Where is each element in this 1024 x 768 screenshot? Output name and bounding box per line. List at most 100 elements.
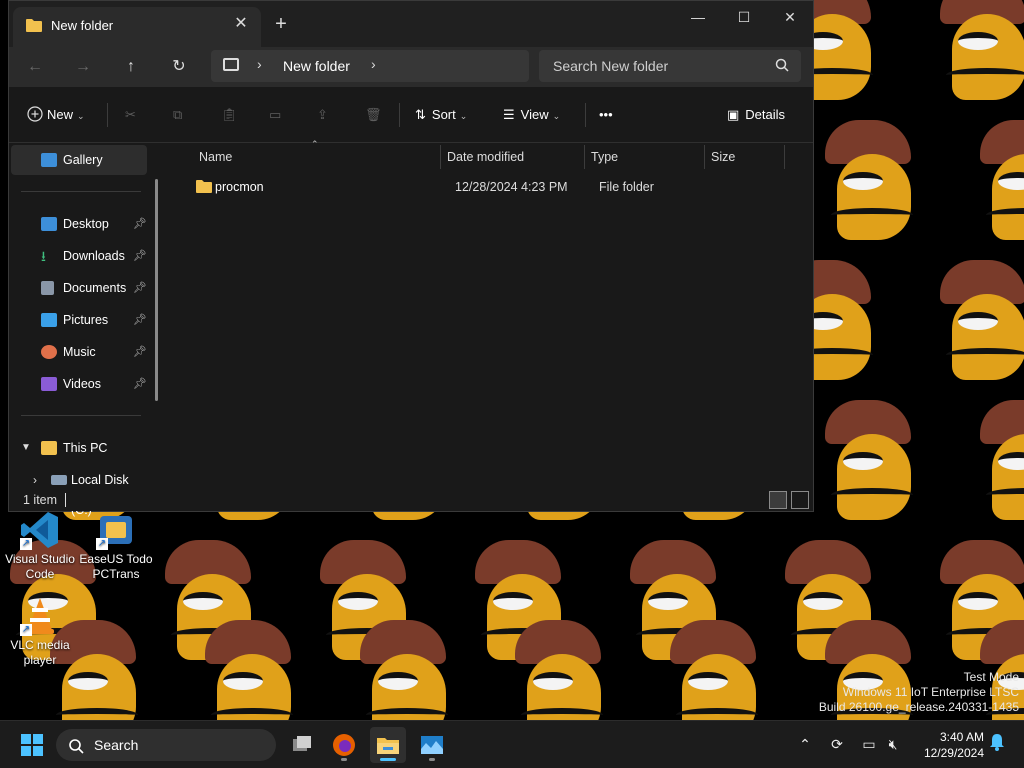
windows-logo-icon bbox=[21, 734, 43, 756]
sidebar-item-this-pc[interactable]: ▼ This PC bbox=[11, 433, 147, 463]
task-view-button[interactable] bbox=[284, 727, 320, 763]
search-box[interactable]: Search New folder bbox=[539, 50, 801, 82]
status-bar: 1 item bbox=[9, 489, 813, 511]
taskbar-search[interactable]: Search bbox=[56, 729, 276, 761]
tab-new-folder[interactable]: New folder ✕ bbox=[13, 7, 261, 47]
folder-icon bbox=[25, 18, 43, 36]
column-divider[interactable] bbox=[440, 145, 441, 169]
pin-icon: 📌︎ bbox=[133, 250, 147, 262]
wallpaper-pattern-tile bbox=[930, 260, 1024, 390]
sidebar-item-gallery[interactable]: Gallery bbox=[11, 145, 147, 175]
sort-label: Sort bbox=[431, 107, 456, 122]
view-button[interactable]: ☰ View ⌄ bbox=[503, 101, 560, 129]
up-button[interactable]: ↑ bbox=[117, 53, 145, 81]
taskbar-file-explorer[interactable] bbox=[370, 727, 406, 763]
address-bar[interactable]: › New folder › bbox=[211, 50, 529, 82]
column-divider[interactable] bbox=[584, 145, 585, 169]
sort-button[interactable]: ⇅ Sort ⌄ bbox=[415, 101, 467, 129]
file-list: ⌃ Name Date modified Type Size procmon 1… bbox=[165, 139, 813, 489]
delete-icon[interactable]: 🗑︎ bbox=[365, 101, 382, 129]
file-row[interactable]: procmon 12/28/2024 4:23 PM File folder bbox=[185, 175, 795, 199]
column-header-date[interactable]: Date modified bbox=[447, 143, 524, 171]
pin-icon: 📌︎ bbox=[133, 378, 147, 390]
add-tab-button[interactable]: + bbox=[271, 14, 291, 34]
sidebar-item-music[interactable]: Music 📌︎ bbox=[11, 337, 147, 367]
back-button[interactable]: ← bbox=[21, 53, 49, 81]
start-button[interactable] bbox=[14, 727, 50, 763]
paste-icon[interactable]: 📋︎ bbox=[221, 101, 238, 129]
show-hidden-icons-chevron-icon[interactable]: ⌃ bbox=[794, 733, 816, 755]
new-button[interactable]: New ⌄ bbox=[27, 101, 85, 129]
breadcrumb-new-folder[interactable]: New folder bbox=[283, 58, 350, 74]
sync-icon[interactable]: ⟳ bbox=[826, 733, 848, 755]
maximize-button[interactable]: ☐ bbox=[721, 1, 767, 33]
desktop-icon-vlc[interactable]: ↗ VLC media player bbox=[2, 596, 78, 668]
column-divider[interactable] bbox=[784, 145, 785, 169]
clock-time: 3:40 AM bbox=[939, 730, 984, 744]
cut-icon[interactable]: ✂ bbox=[125, 101, 136, 129]
close-tab-button[interactable]: ✕ bbox=[231, 14, 251, 34]
search-placeholder: Search New folder bbox=[553, 58, 669, 74]
search-icon bbox=[775, 58, 789, 75]
wallpaper-pattern-tile bbox=[970, 400, 1024, 530]
watermark-line: Test Mode bbox=[963, 670, 1019, 684]
chevron-down-icon: ⌄ bbox=[77, 111, 85, 121]
wallpaper-pattern-tile bbox=[815, 120, 925, 250]
desktop-folder-icon bbox=[41, 217, 57, 231]
file-name: procmon bbox=[215, 180, 264, 194]
notification-bell-icon[interactable] bbox=[986, 733, 1008, 755]
search-icon bbox=[68, 738, 84, 757]
column-divider[interactable] bbox=[704, 145, 705, 169]
sidebar-item-documents[interactable]: Documents 📌︎ bbox=[11, 273, 147, 303]
sidebar-item-downloads[interactable]: ⭳ Downloads 📌︎ bbox=[11, 241, 147, 271]
breadcrumb-chevron-icon[interactable]: › bbox=[371, 56, 376, 72]
column-header-size[interactable]: Size bbox=[711, 143, 735, 171]
running-indicator bbox=[341, 758, 347, 761]
display-icon[interactable]: ▭ bbox=[858, 733, 880, 755]
sort-ascending-icon: ⌃ bbox=[311, 139, 319, 149]
volume-muted-icon[interactable]: 🔇︎ bbox=[882, 733, 904, 755]
sidebar-item-label: Gallery bbox=[63, 153, 103, 167]
videos-icon bbox=[41, 377, 57, 391]
rename-icon[interactable]: ▭ bbox=[269, 101, 281, 129]
sidebar-scrollbar[interactable] bbox=[155, 179, 158, 401]
wallpaper-pattern-tile bbox=[350, 620, 460, 720]
share-icon[interactable]: ⇪ bbox=[317, 101, 328, 129]
sidebar-item-desktop[interactable]: Desktop 📌︎ bbox=[11, 209, 147, 239]
system-clock[interactable]: 3:40 AM 12/29/2024 bbox=[924, 729, 984, 761]
sidebar-item-pictures[interactable]: Pictures 📌︎ bbox=[11, 305, 147, 335]
this-pc-icon bbox=[223, 58, 239, 71]
sidebar-item-label: Music bbox=[63, 345, 96, 359]
tiles-view-button[interactable] bbox=[791, 491, 809, 509]
wallpaper-pattern-tile bbox=[970, 120, 1024, 250]
file-type: File folder bbox=[599, 180, 654, 194]
more-options-button[interactable]: ••• bbox=[599, 101, 613, 129]
minimize-button[interactable]: — bbox=[675, 1, 721, 33]
vlc-icon: ↗ bbox=[20, 596, 60, 636]
pin-icon: 📌︎ bbox=[133, 282, 147, 294]
taskbar-firefox[interactable] bbox=[326, 727, 362, 763]
taskbar-app[interactable] bbox=[414, 727, 450, 763]
chevron-down-icon[interactable]: ▼ bbox=[21, 433, 31, 463]
details-view-button[interactable] bbox=[769, 491, 787, 509]
sort-icon: ⇅ bbox=[415, 107, 426, 122]
forward-button[interactable]: → bbox=[69, 53, 97, 81]
copy-icon[interactable]: ⧉ bbox=[173, 101, 182, 129]
details-pane-icon: ▣ bbox=[727, 107, 740, 122]
breadcrumb-chevron-icon[interactable]: › bbox=[257, 56, 262, 72]
sidebar-item-videos[interactable]: Videos 📌︎ bbox=[11, 369, 147, 399]
command-bar: New ⌄ ✂ ⧉ 📋︎ ▭ ⇪ 🗑︎ ⇅ Sort ⌄ ☰ View ⌄ ••• ▣ De… bbox=[9, 87, 813, 143]
this-pc-icon bbox=[41, 441, 57, 455]
refresh-button[interactable]: ↻ bbox=[165, 53, 193, 81]
title-bar[interactable]: New folder ✕ + — ☐ ✕ bbox=[9, 1, 813, 47]
sidebar-item-label: This PC bbox=[63, 441, 108, 455]
column-header-type[interactable]: Type bbox=[591, 143, 618, 171]
navigation-bar: ← → ↑ ↻ › New folder › Search New folder bbox=[9, 47, 813, 87]
close-window-button[interactable]: ✕ bbox=[767, 1, 813, 33]
desktop-icon-vscode[interactable]: ↗ Visual Studio Code bbox=[2, 510, 78, 582]
details-pane-button[interactable]: ▣ Details bbox=[727, 101, 785, 129]
sidebar-item-label: Downloads bbox=[63, 249, 125, 263]
folder-icon bbox=[195, 178, 213, 202]
column-header-name[interactable]: Name bbox=[199, 143, 232, 171]
sidebar-item-label: Pictures bbox=[63, 313, 109, 327]
